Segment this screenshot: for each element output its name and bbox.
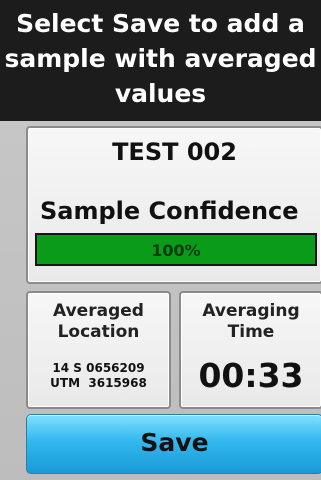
averaged-location-tile[interactable]: Averaged Location 14 S 0656209 UTM 36159…: [26, 291, 171, 409]
gps-screen: Select Save to add a sample with average…: [0, 0, 321, 480]
confidence-percent: 100%: [151, 241, 201, 260]
instruction-line-2: sample with averaged: [4, 44, 317, 73]
sample-name: TEST 002: [112, 138, 237, 166]
averaged-location-title-line-2: Location: [57, 322, 140, 342]
coordinate-zone-easting: 14 S 0656209: [52, 361, 145, 375]
coordinate-northing: UTM 3615968: [50, 376, 147, 390]
averaging-time-tile[interactable]: Averaging Time 00:33: [179, 291, 321, 409]
averaged-location-title-line-1: Averaged: [53, 301, 144, 321]
instruction-line-3: values: [114, 79, 207, 108]
sample-panel: TEST 002 Sample Confidence 100%: [26, 126, 321, 284]
averaging-time-title-line-1: Averaging: [202, 301, 300, 321]
save-button[interactable]: Save: [26, 414, 321, 474]
averaging-time-title: Averaging Time: [181, 301, 321, 343]
averaging-time-title-line-2: Time: [227, 322, 275, 342]
instruction-line-1: Select Save to add a: [16, 9, 305, 38]
averaging-time-value: 00:33: [198, 356, 304, 395]
averaged-location-title: Averaged Location: [28, 301, 169, 343]
sample-confidence-label: Sample Confidence: [40, 197, 299, 225]
save-button-label: Save: [140, 428, 209, 457]
confidence-progress-bar: 100%: [35, 233, 317, 266]
instruction-header: Select Save to add a sample with average…: [0, 0, 321, 121]
